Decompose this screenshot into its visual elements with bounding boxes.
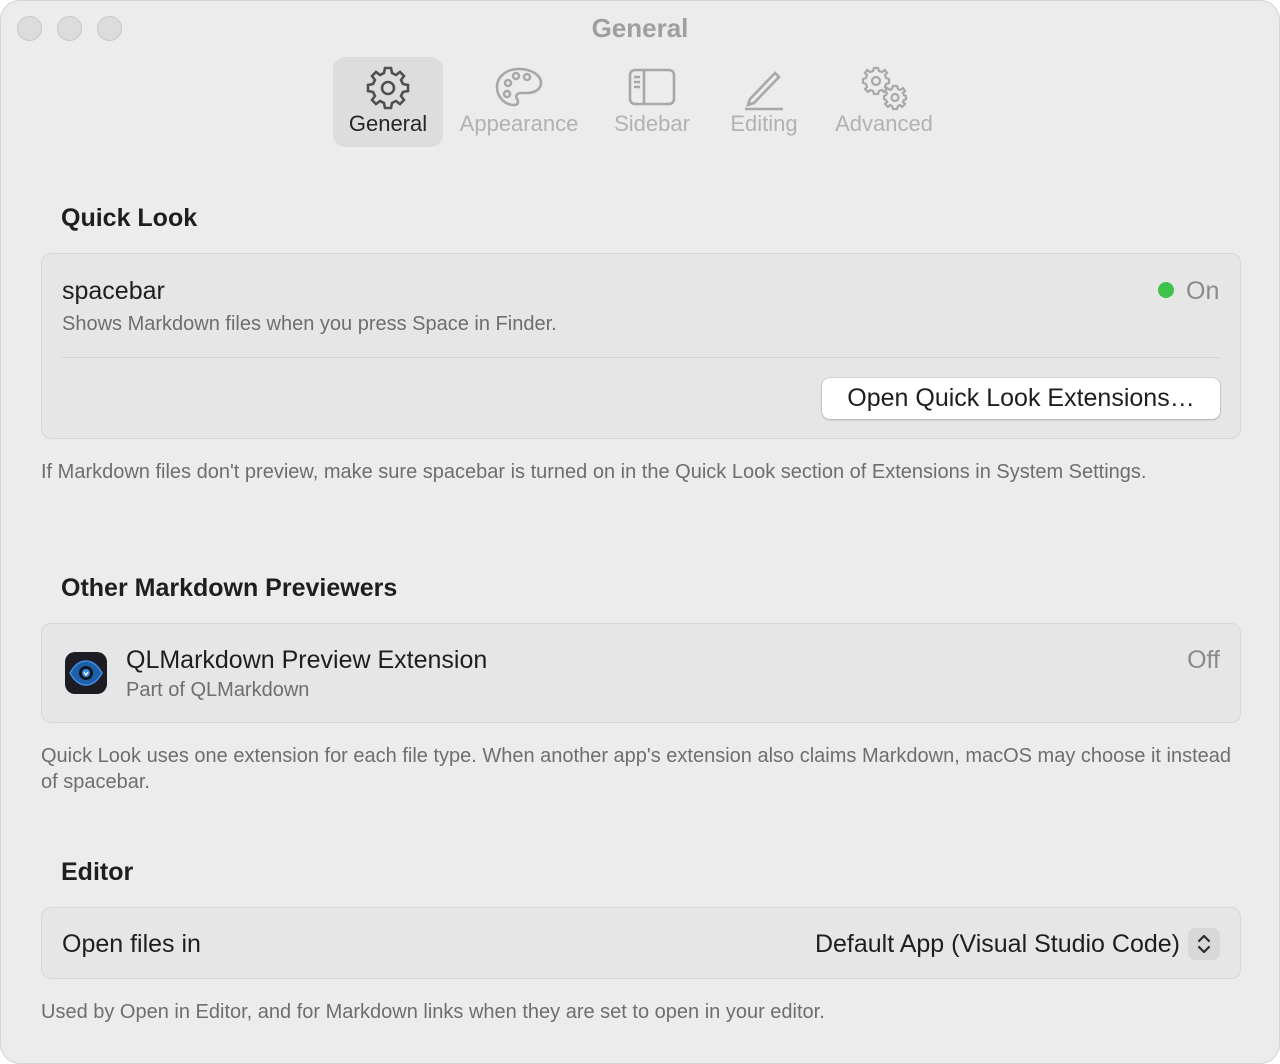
gears-icon <box>861 66 908 111</box>
previewer-name: QLMarkdown Preview Extension <box>126 646 488 674</box>
gear-icon <box>366 66 410 110</box>
extension-name: spacebar <box>62 277 165 305</box>
tab-appearance[interactable]: Appearance <box>451 57 587 147</box>
sidebar-icon <box>628 68 676 106</box>
chevron-up-down-icon <box>1197 934 1211 954</box>
window-title: General <box>591 13 689 43</box>
other-previewers-footnote: Quick Look uses one extension for each f… <box>41 745 1231 793</box>
pencil-icon <box>745 71 783 111</box>
tab-label: Advanced <box>835 111 933 136</box>
previewer-subtitle: Part of QLMarkdown <box>126 679 310 701</box>
editor-footnote: Used by Open in Editor, and for Markdown… <box>41 1001 825 1023</box>
status-indicator-dot <box>1158 282 1174 298</box>
other-previewers-card: QLMarkdown Preview Extension Part of QLM… <box>41 623 1241 723</box>
tab-label: General <box>348 111 428 136</box>
editor-heading: Editor <box>61 858 134 886</box>
previewer-status: Off <box>1187 646 1220 674</box>
extension-description: Shows Markdown files when you press Spac… <box>62 313 557 335</box>
qlmarkdown-app-icon <box>65 652 107 694</box>
tab-advanced[interactable]: Advanced <box>823 57 945 147</box>
tab-editing[interactable]: Editing <box>717 57 811 147</box>
quick-look-footnote: If Markdown files don't preview, make su… <box>41 461 1147 483</box>
divider <box>62 357 1220 358</box>
quick-look-status: On <box>1186 277 1220 305</box>
tab-sidebar[interactable]: Sidebar <box>599 57 705 147</box>
eye-icon <box>69 660 103 686</box>
quick-look-card: spacebar Shows Markdown files when you p… <box>41 253 1241 439</box>
editor-selected-value: Default App (Visual Studio Code) <box>814 930 1180 958</box>
tab-label: Sidebar <box>614 111 690 136</box>
open-files-in-label: Open files in <box>62 930 201 958</box>
preferences-window: General General Appearance Sidebar Editi… <box>0 0 1280 1064</box>
popup-stepper <box>1188 928 1220 960</box>
tab-label: Appearance <box>459 111 579 136</box>
editor-card: Open files in Default App (Visual Studio… <box>41 907 1241 979</box>
other-previewers-heading: Other Markdown Previewers <box>61 574 398 602</box>
quick-look-heading: Quick Look <box>61 204 198 232</box>
open-quick-look-extensions-button[interactable]: Open Quick Look Extensions… <box>822 378 1220 419</box>
tab-general[interactable]: General <box>333 57 443 147</box>
tab-label: Editing <box>730 111 798 136</box>
palette-icon <box>495 67 543 107</box>
